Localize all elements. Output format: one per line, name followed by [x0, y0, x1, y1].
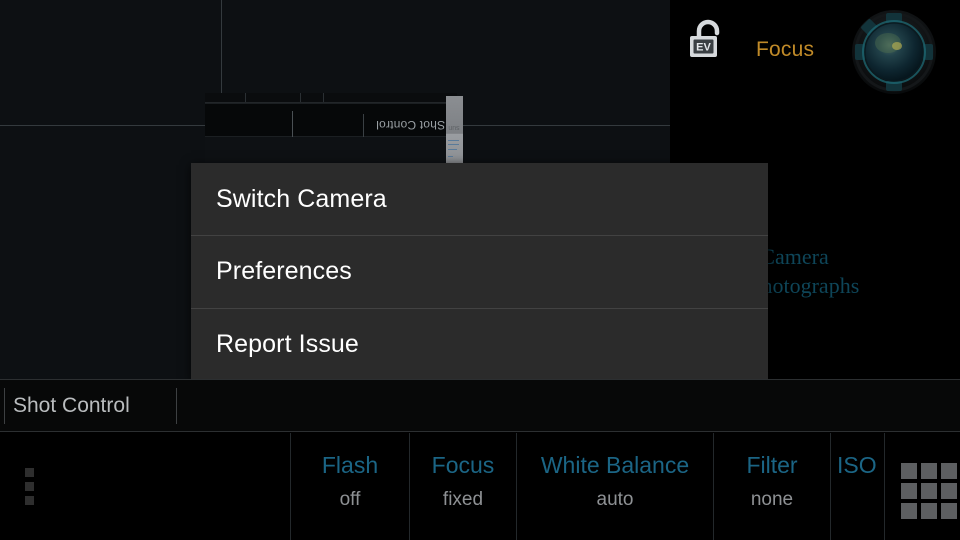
setting-flash-value: off [339, 489, 361, 510]
shot-control-left-divider [4, 388, 5, 424]
shutter-lens-button[interactable] [850, 8, 938, 96]
shot-control-bar[interactable]: Shot Control [0, 379, 960, 432]
nested-side-panel [446, 96, 463, 168]
setting-white-balance-value: auto [596, 489, 634, 510]
setting-filter-name: Filter [746, 452, 798, 478]
menu-item-label: Switch Camera [216, 184, 387, 213]
setting-flash[interactable]: Flash off [290, 433, 409, 540]
shot-control-right-divider [176, 388, 177, 424]
focus-state-indicator: Focus [756, 38, 815, 61]
svg-text:EV: EV [696, 41, 711, 53]
nested-shot-control-label: Shot Control [375, 118, 445, 132]
setting-white-balance-name: White Balance [540, 452, 690, 478]
camera-app-screen: Shot Control sun ol Your Camera Better P… [0, 0, 960, 540]
setting-iso[interactable]: ISO [830, 433, 884, 540]
menu-item-report-issue[interactable]: Report Issue [191, 307, 768, 380]
grid-3x3-icon[interactable] [884, 433, 960, 540]
setting-white-balance[interactable]: White Balance auto [516, 433, 713, 540]
setting-filter[interactable]: Filter none [713, 433, 830, 540]
menu-item-preferences[interactable]: Preferences [191, 235, 768, 307]
setting-flash-name: Flash [321, 452, 379, 478]
shot-control-label: Shot Control [13, 393, 130, 417]
nested-side-panel-label: sun [448, 124, 460, 131]
kebab-menu-icon[interactable] [25, 468, 39, 510]
nested-shot-control-strip: Shot Control [205, 103, 457, 146]
setting-focus[interactable]: Focus fixed [409, 433, 516, 540]
overflow-popup-menu[interactable]: Switch Camera Preferences Report Issue [191, 163, 768, 380]
nested-preview-artifact: Shot Control [205, 93, 457, 173]
nested-top-strip [205, 93, 457, 103]
setting-focus-name: Focus [431, 452, 495, 478]
menu-item-switch-camera[interactable]: Switch Camera [191, 163, 768, 235]
setting-focus-value: fixed [442, 489, 484, 510]
menu-item-label: Report Issue [216, 329, 359, 358]
menu-item-label: Preferences [216, 257, 352, 286]
setting-iso-name: ISO [837, 452, 877, 478]
ev-lock-icon[interactable]: EV [685, 18, 731, 66]
setting-filter-value: none [750, 489, 794, 510]
